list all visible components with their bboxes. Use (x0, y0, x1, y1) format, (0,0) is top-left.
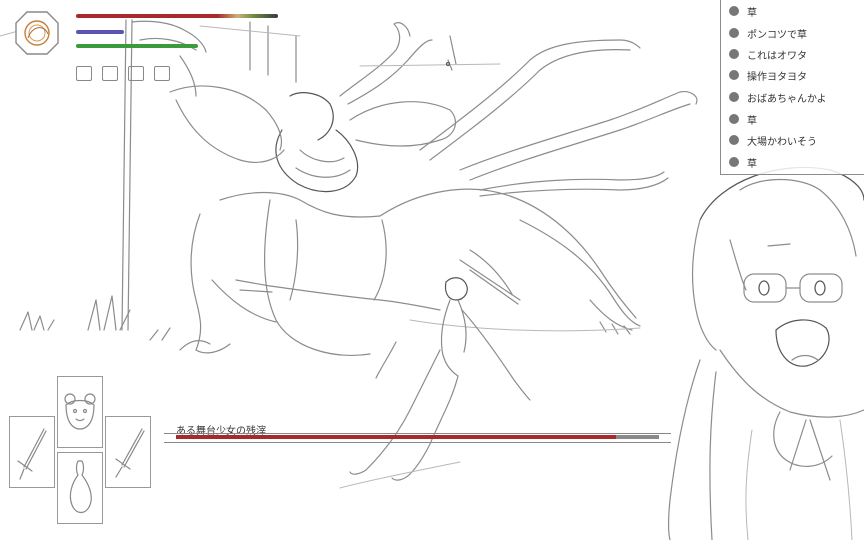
player-character (235, 277, 531, 489)
comment-text: おばあちゃんかよ (747, 93, 827, 105)
comment-list: 草 ポンコツで草 これはオワタ 操作ヨタヨタ おばあちゃんかよ 草 大場かわいそ… (720, 0, 864, 175)
comment-text: 草 (747, 115, 757, 127)
bullet-icon (729, 28, 739, 38)
hp-bar (76, 14, 278, 18)
sword-icon (17, 428, 47, 480)
comment-text: 大場かわいそう (747, 136, 817, 148)
bullet-icon (729, 135, 739, 145)
list-item: 大場かわいそう (729, 131, 817, 149)
bullet-icon (729, 157, 739, 167)
gourd-icon (69, 460, 92, 514)
status-slot (128, 66, 144, 81)
comment-text: 草 (747, 158, 757, 170)
comment-text: 草 (747, 7, 757, 19)
list-item: おばあちゃんかよ (729, 88, 827, 106)
boss-hp-track (176, 435, 659, 439)
bullet-icon (729, 114, 739, 124)
stamina-bar (76, 44, 198, 48)
bear-mask-icon (64, 393, 96, 430)
equip-slot-top[interactable] (57, 376, 103, 448)
reaching-hand (131, 20, 207, 97)
boss-hp-fill (176, 435, 616, 439)
boss-creature (169, 85, 641, 356)
player-emblem (14, 10, 60, 56)
boss-tentacles (339, 22, 698, 197)
list-item: 操作ヨタヨタ (729, 66, 807, 84)
status-slot (76, 66, 92, 81)
list-item: 草 (729, 110, 757, 128)
status-slot (154, 66, 170, 81)
list-item: ポンコツで草 (729, 24, 807, 42)
list-item: 草 (729, 2, 757, 20)
bullet-icon (729, 49, 739, 59)
onlooker-girl (667, 166, 864, 540)
grass (19, 295, 171, 341)
bullet-icon (729, 6, 739, 16)
bullet-icon (729, 92, 739, 102)
equip-slot-right[interactable] (105, 416, 151, 488)
fp-bar (76, 30, 124, 34)
status-slot (102, 66, 118, 81)
comment-text: これはオワタ (747, 50, 807, 62)
bullet-icon (729, 70, 739, 80)
list-item: これはオワタ (729, 45, 807, 63)
sword-icon (115, 428, 145, 478)
equip-slot-left[interactable] (9, 416, 55, 488)
comment-text: 操作ヨタヨタ (747, 71, 807, 83)
equip-slot-bottom[interactable] (57, 452, 103, 524)
comment-text: ポンコツで草 (747, 29, 807, 41)
list-item: 草 (729, 153, 757, 171)
